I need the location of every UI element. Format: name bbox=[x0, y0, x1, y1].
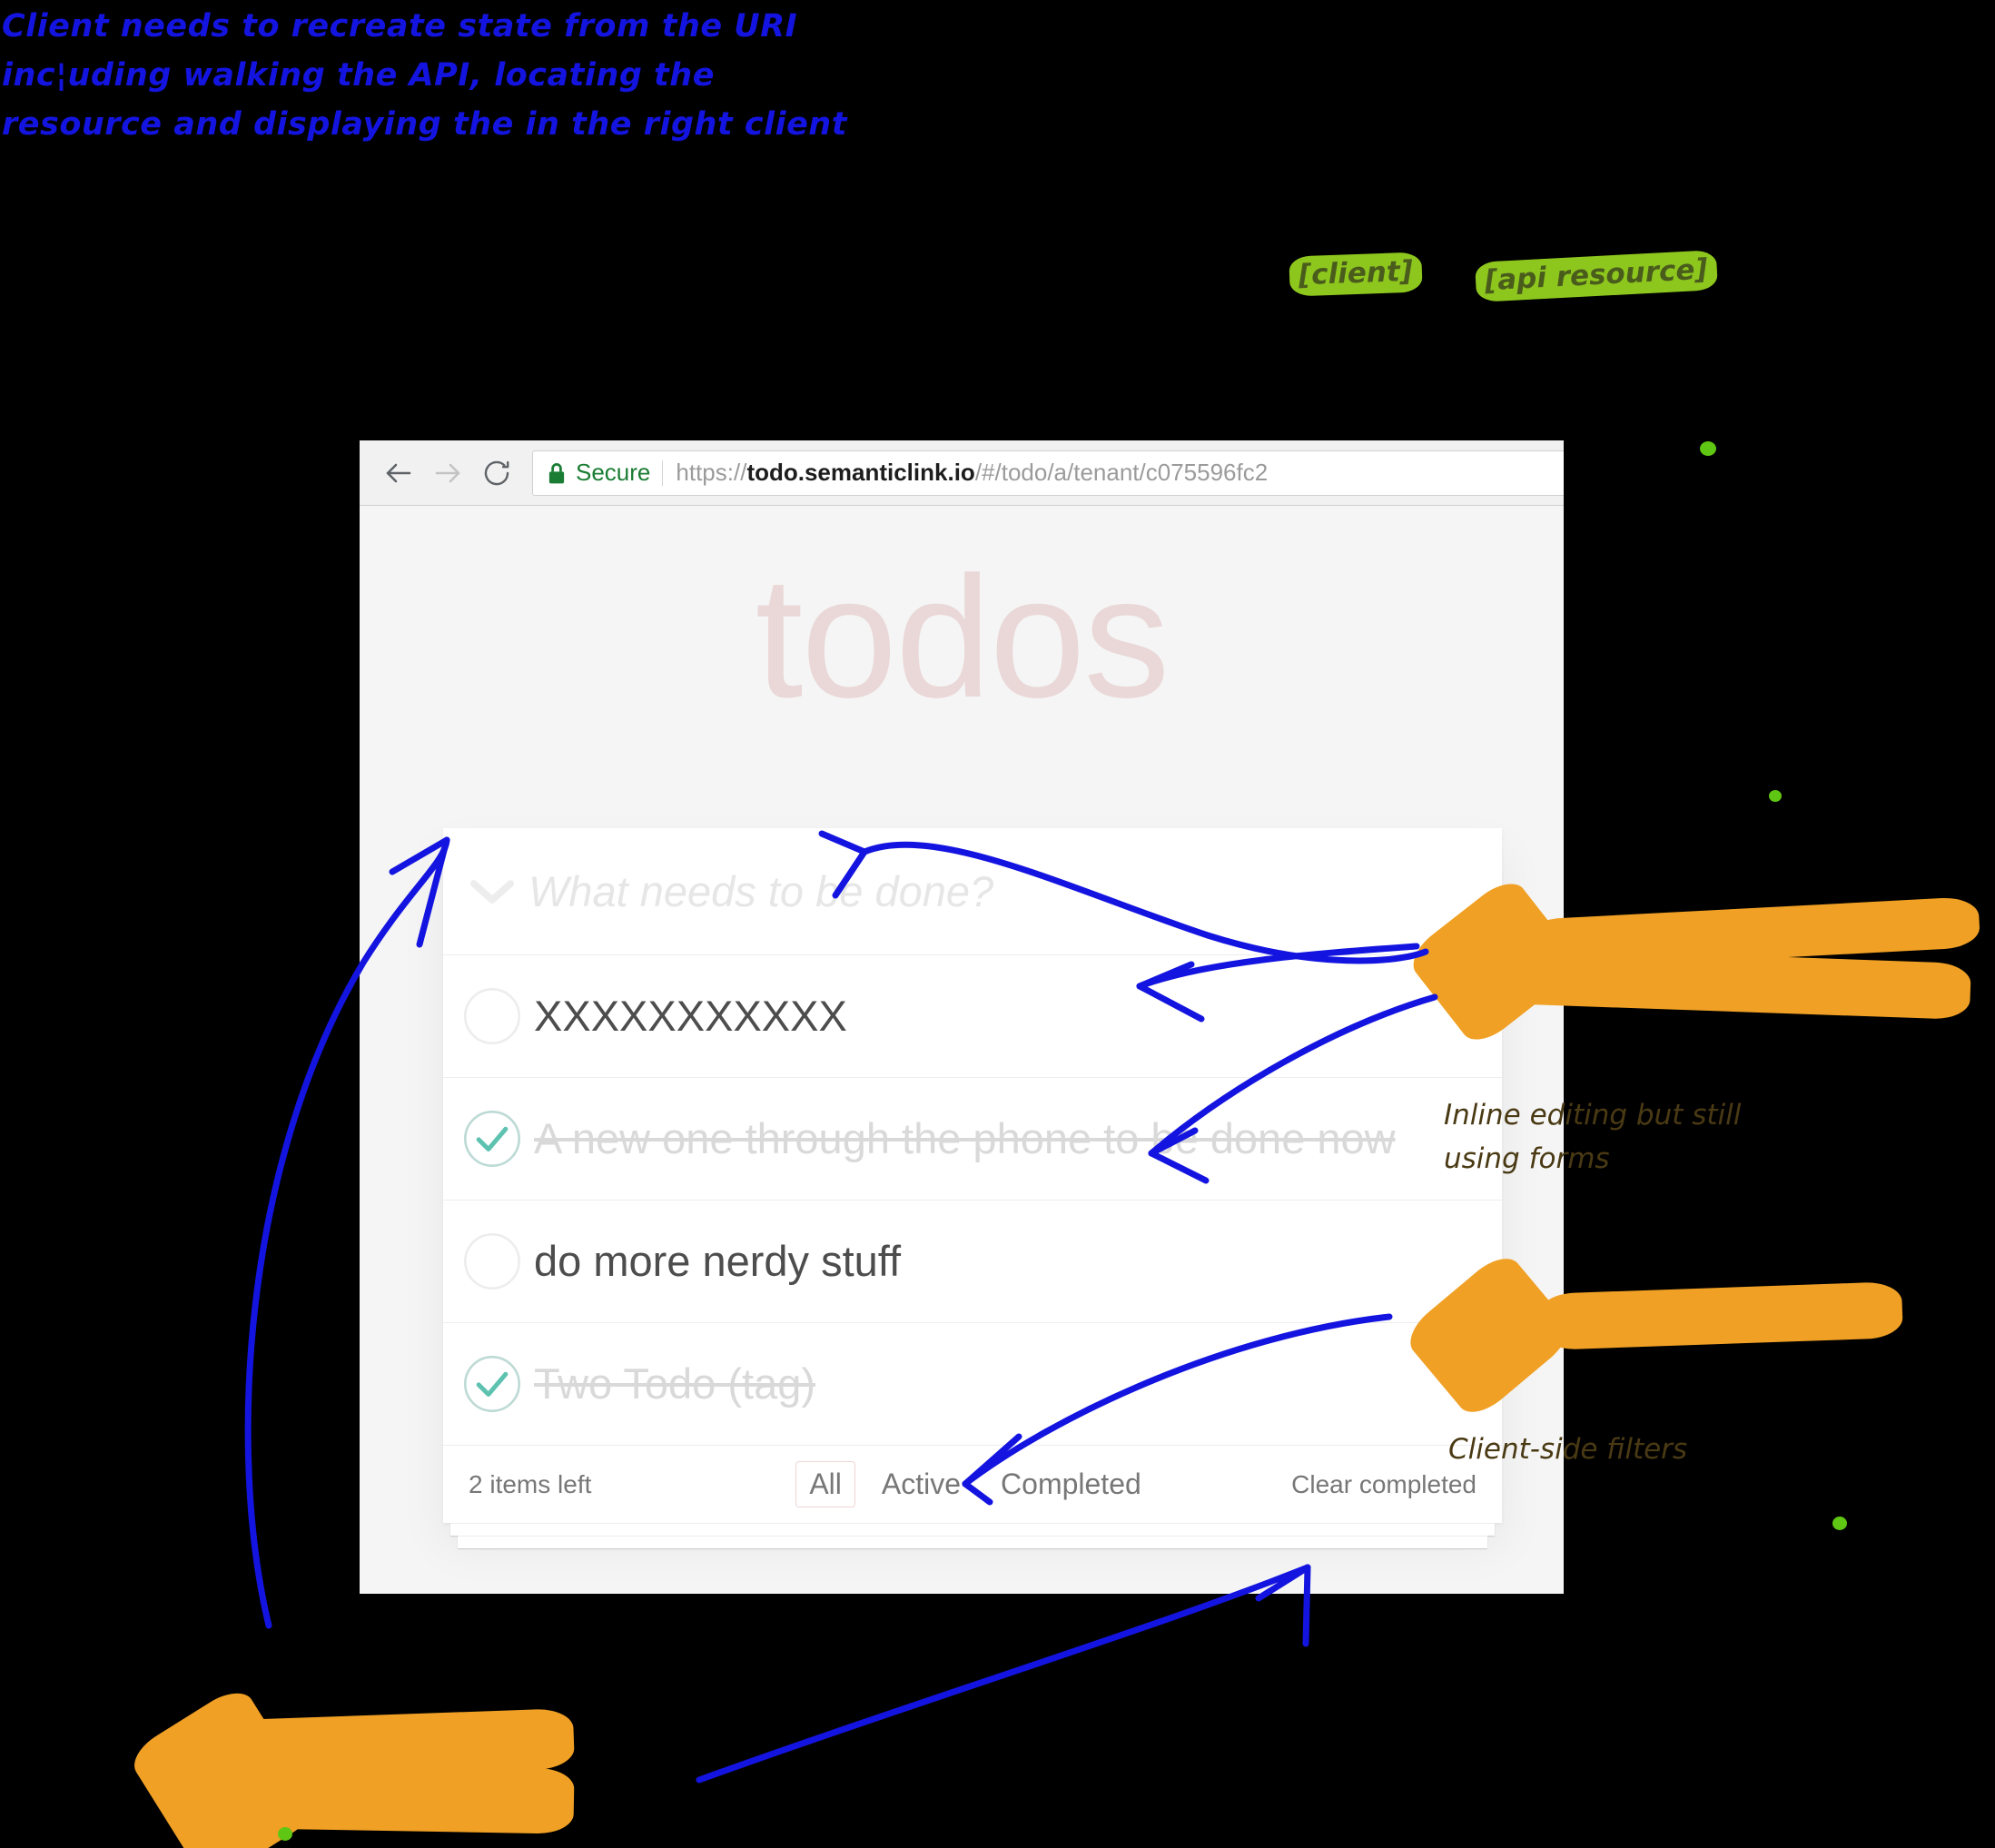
speck-dot bbox=[278, 1827, 292, 1841]
annotation-client-label: [client] bbox=[1289, 252, 1423, 297]
todo-item: XXXXXXXXXXX bbox=[443, 955, 1502, 1078]
speck-dot bbox=[1769, 790, 1782, 802]
arrow-left-icon bbox=[382, 457, 415, 489]
secure-label: Secure bbox=[576, 459, 651, 486]
arrow-right-icon bbox=[431, 457, 464, 489]
todo-item: Two Todo (tag) bbox=[443, 1323, 1502, 1446]
todo-list: XXXXXXXXXXX A new one through the phone t… bbox=[443, 955, 1502, 1446]
todo-footer: 2 items left All Active Completed Clear co… bbox=[443, 1446, 1502, 1523]
filter-all[interactable]: All bbox=[795, 1461, 855, 1507]
new-todo-input[interactable] bbox=[528, 866, 1502, 916]
todo-item: A new one through the phone to be done n… bbox=[443, 1078, 1502, 1201]
reload-icon bbox=[481, 458, 512, 489]
todo-item-label[interactable]: Two Todo (tag) bbox=[528, 1336, 1502, 1432]
circle-check-icon[interactable] bbox=[456, 1354, 528, 1414]
clear-completed-button[interactable]: Clear completed bbox=[1291, 1470, 1476, 1499]
todo-item-label[interactable]: do more nerdy stuff bbox=[528, 1213, 1502, 1309]
circle-empty-icon[interactable] bbox=[456, 986, 528, 1046]
browser-toolbar: Secure https://todo.semanticlink.io/#/to… bbox=[360, 440, 1564, 506]
back-button[interactable] bbox=[374, 449, 423, 498]
url-host: todo.semanticlink.io bbox=[746, 459, 975, 486]
url-bar[interactable]: Secure https://todo.semanticlink.io/#/to… bbox=[532, 450, 1564, 496]
page-title: todos bbox=[755, 541, 1170, 734]
filter-completed[interactable]: Completed bbox=[987, 1461, 1155, 1507]
forward-button[interactable] bbox=[423, 449, 472, 498]
annotation-top-note: Client needs to recreate state from the … bbox=[2, 8, 847, 143]
annotation-api-resource-label: [api resource] bbox=[1475, 250, 1718, 302]
browser-window: Secure https://todo.semanticlink.io/#/to… bbox=[360, 440, 1564, 1594]
speck-dot bbox=[1700, 441, 1716, 456]
circle-check-icon[interactable] bbox=[456, 1109, 528, 1169]
url-path: /#/todo/a/tenant/c075596fc2 bbox=[974, 459, 1269, 486]
speck-dot bbox=[1832, 1517, 1847, 1530]
filter-active[interactable]: Active bbox=[868, 1461, 974, 1507]
todo-card: XXXXXXXXXXX A new one through the phone t… bbox=[443, 828, 1502, 1548]
card-stack-edge-1 bbox=[450, 1523, 1495, 1536]
new-todo-row bbox=[443, 828, 1502, 955]
card-stack-edge-2 bbox=[458, 1536, 1487, 1548]
annotation-batch-processing: Batch processing in the background bbox=[125, 1683, 583, 1848]
circle-empty-icon[interactable] bbox=[456, 1231, 528, 1291]
url-scheme: https:// bbox=[676, 459, 747, 486]
reload-button[interactable] bbox=[472, 449, 521, 498]
filters: All Active Completed bbox=[659, 1461, 1291, 1507]
omnibox-divider bbox=[662, 460, 664, 486]
todo-item-label[interactable]: XXXXXXXXXXX bbox=[528, 968, 1502, 1064]
todo-item: do more nerdy stuff bbox=[443, 1201, 1502, 1323]
page-content: todos XXXXXXXXXXX A new one through the p… bbox=[360, 506, 1564, 1593]
todo-item-label[interactable]: A new one through the phone to be done n… bbox=[528, 1091, 1502, 1187]
chevron-down-icon[interactable] bbox=[456, 876, 528, 907]
lock-icon bbox=[546, 461, 568, 485]
